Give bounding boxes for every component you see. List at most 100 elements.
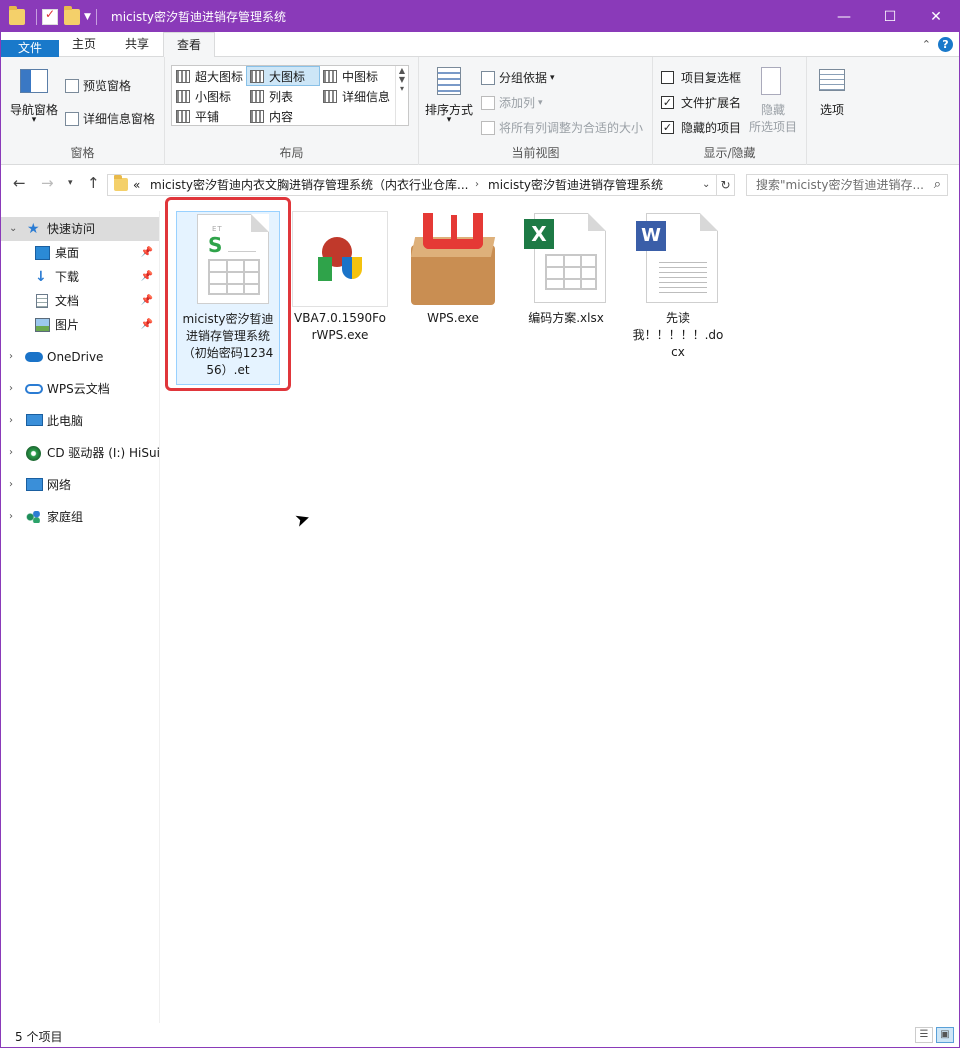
sidebar-item-homegroup[interactable]: › 家庭组 bbox=[1, 505, 159, 529]
layout-gallery: 超大图标 大图标 中图标 小图标 列表 详细信息 平铺 内容 ▲ ▼ ▾ bbox=[171, 65, 409, 126]
nav-pane-button[interactable]: 导航窗格 ▾ bbox=[7, 65, 61, 135]
item-checkboxes-toggle[interactable]: 项目复选框 bbox=[661, 69, 741, 86]
close-button[interactable]: ✕ bbox=[913, 1, 959, 32]
chevron-right-icon[interactable]: › bbox=[9, 441, 13, 465]
hidden-items-toggle[interactable]: ✓ 隐藏的项目 bbox=[661, 119, 741, 136]
preview-pane-button[interactable]: 预览窗格 bbox=[65, 77, 131, 94]
group-panes: 导航窗格 ▾ 预览窗格 详细信息窗格 窗格 bbox=[1, 57, 165, 165]
sidebar-item-cd-drive[interactable]: › CD 驱动器 (I:) HiSuite bbox=[1, 441, 159, 465]
pin-icon[interactable]: 📌 bbox=[141, 265, 153, 289]
group-current-view: 排序方式 ▾ 分组依据 ▾ 添加列 ▾ 将所有列调整为合适的大小 当前视图 bbox=[419, 57, 653, 165]
extra-large-icons-icon bbox=[176, 70, 190, 83]
sidebar-label: 图片 bbox=[55, 318, 80, 332]
sort-by-button[interactable]: 排序方式 ▾ bbox=[423, 65, 475, 135]
minimize-button[interactable]: — bbox=[821, 1, 867, 32]
details-pane-button[interactable]: 详细信息窗格 bbox=[65, 110, 155, 127]
maximize-button[interactable]: ☐ bbox=[867, 1, 913, 32]
sidebar-label: WPS云文档 bbox=[47, 382, 110, 396]
explorer-window: ▼ micisty密汐晢迪进销存管理系统 — ☐ ✕ 文件 主页 共享 查看 ⌃… bbox=[0, 0, 960, 1048]
layout-extra-large-icons[interactable]: 超大图标 bbox=[173, 67, 247, 87]
layout-large-icons[interactable]: 大图标 bbox=[246, 66, 320, 86]
sidebar-item-wps-cloud[interactable]: › WPS云文档 bbox=[1, 377, 159, 401]
add-columns-button[interactable]: 添加列 ▾ bbox=[481, 94, 543, 111]
options-button[interactable]: 选项 bbox=[809, 65, 855, 137]
layout-tiles[interactable]: 平铺 bbox=[173, 107, 247, 127]
chevron-down-icon[interactable]: ⌄ bbox=[9, 217, 17, 241]
address-bar[interactable]: « micisty密汐晢迪内衣文胸进销存管理系统（内衣行业仓库... › mic… bbox=[107, 174, 717, 196]
layout-medium-icons[interactable]: 中图标 bbox=[320, 67, 396, 87]
breadcrumb-current[interactable]: micisty密汐晢迪进销存管理系统 bbox=[488, 175, 663, 195]
sidebar-label: 下载 bbox=[55, 270, 80, 284]
list-icon bbox=[250, 90, 264, 103]
tab-home[interactable]: 主页 bbox=[59, 32, 109, 57]
item-count: 5 个项目 bbox=[15, 1030, 63, 1044]
details-view-button[interactable]: ☰ bbox=[915, 1027, 933, 1043]
download-icon: ↓ bbox=[35, 269, 47, 285]
chevron-right-icon[interactable]: › bbox=[9, 473, 13, 497]
checkbox-checked[interactable]: ✓ bbox=[661, 96, 674, 109]
large-icons-view-button[interactable]: ▣ bbox=[936, 1027, 954, 1043]
details-pane-label: 详细信息窗格 bbox=[83, 112, 156, 126]
chevron-right-icon[interactable]: › bbox=[9, 409, 13, 433]
pin-icon[interactable]: 📌 bbox=[141, 313, 153, 337]
pin-icon[interactable]: 📌 bbox=[141, 241, 153, 265]
layout-list[interactable]: 列表 bbox=[247, 87, 321, 107]
chevron-right-icon[interactable]: › bbox=[9, 345, 13, 369]
collapse-ribbon-icon[interactable]: ⌃ bbox=[922, 38, 931, 51]
sidebar-label: CD 驱动器 (I:) HiSuite bbox=[47, 446, 159, 460]
search-input[interactable]: 搜索"micisty密汐晢迪进销存... ⌕ bbox=[746, 174, 948, 196]
excel-x-badge: X bbox=[524, 219, 554, 249]
tab-share[interactable]: 共享 bbox=[111, 32, 163, 57]
details-icon bbox=[323, 90, 337, 103]
file-item-wps-exe[interactable]: WPS.exe bbox=[405, 211, 501, 327]
help-icon[interactable]: ? bbox=[938, 37, 953, 52]
word-w-badge: W bbox=[636, 221, 666, 251]
add-columns-icon bbox=[481, 95, 495, 110]
title-bar: ▼ micisty密汐晢迪进销存管理系统 — ☐ ✕ bbox=[1, 1, 959, 32]
properties-icon[interactable] bbox=[42, 7, 58, 25]
nav-pane-icon bbox=[20, 69, 48, 93]
chevron-right-icon[interactable]: › bbox=[9, 505, 13, 529]
group-by-label: 分组依据 bbox=[499, 71, 548, 85]
layout-details[interactable]: 详细信息 bbox=[320, 87, 396, 107]
chevron-right-icon[interactable]: › bbox=[475, 175, 479, 195]
chevron-right-icon[interactable]: › bbox=[9, 377, 13, 401]
breadcrumb-parent[interactable]: micisty密汐晢迪内衣文胸进销存管理系统（内衣行业仓库... bbox=[150, 175, 468, 195]
size-columns-button[interactable]: 将所有列调整为合适的大小 bbox=[481, 119, 643, 136]
checkbox-checked[interactable]: ✓ bbox=[661, 121, 674, 134]
sidebar-item-onedrive[interactable]: › OneDrive bbox=[1, 345, 159, 369]
sidebar-item-this-pc[interactable]: › 此电脑 bbox=[1, 409, 159, 433]
pin-icon[interactable]: 📌 bbox=[141, 289, 153, 313]
layout-small-icons[interactable]: 小图标 bbox=[173, 87, 247, 107]
file-item-docx[interactable]: W 先读我！！！！！.docx bbox=[630, 211, 726, 361]
hidden-items-label: 隐藏的项目 bbox=[681, 121, 742, 135]
sidebar-item-pictures[interactable]: 图片 📌 bbox=[1, 313, 159, 337]
sidebar-item-network[interactable]: › 网络 bbox=[1, 473, 159, 497]
sidebar-item-desktop[interactable]: 桌面 📌 bbox=[1, 241, 159, 265]
group-by-button[interactable]: 分组依据 ▾ bbox=[481, 69, 555, 86]
tab-view[interactable]: 查看 bbox=[163, 32, 215, 58]
refresh-button[interactable]: ↻ bbox=[717, 174, 735, 196]
sidebar-label: 快速访问 bbox=[47, 222, 96, 236]
recent-locations-icon[interactable]: ▾ bbox=[68, 178, 73, 188]
sidebar-item-downloads[interactable]: ↓ 下载 📌 bbox=[1, 265, 159, 289]
layout-gallery-scroll[interactable]: ▲ ▼ ▾ bbox=[395, 66, 408, 125]
checkbox-unchecked[interactable] bbox=[661, 71, 674, 84]
new-folder-icon[interactable] bbox=[64, 6, 80, 25]
sidebar-item-quick-access[interactable]: ⌄ ★ 快速访问 bbox=[1, 217, 159, 241]
sidebar-item-documents[interactable]: 文档 📌 bbox=[1, 289, 159, 313]
forward-arrow-icon[interactable]: → bbox=[41, 174, 54, 192]
chevron-down-icon[interactable]: ⌄ bbox=[702, 175, 710, 195]
file-item-xlsx[interactable]: X 编码方案.xlsx bbox=[518, 211, 614, 327]
window-title: micisty密汐晢迪进销存管理系统 bbox=[111, 10, 287, 24]
file-item-vba-installer[interactable]: VBA7.0.1590ForWPS.exe bbox=[292, 211, 388, 344]
search-icon[interactable]: ⌕ bbox=[934, 175, 941, 195]
up-arrow-icon[interactable]: ↑ bbox=[87, 174, 100, 192]
back-arrow-icon[interactable]: ← bbox=[13, 174, 26, 192]
hide-selected-button[interactable]: 隐藏 所选项目 bbox=[747, 65, 799, 137]
customize-qat-icon[interactable]: ▼ bbox=[84, 12, 91, 22]
file-extensions-toggle[interactable]: ✓ 文件扩展名 bbox=[661, 94, 741, 111]
breadcrumb-overflow[interactable]: « bbox=[133, 175, 140, 195]
layout-content[interactable]: 内容 bbox=[247, 107, 321, 127]
refresh-icon: ↻ bbox=[720, 178, 731, 192]
